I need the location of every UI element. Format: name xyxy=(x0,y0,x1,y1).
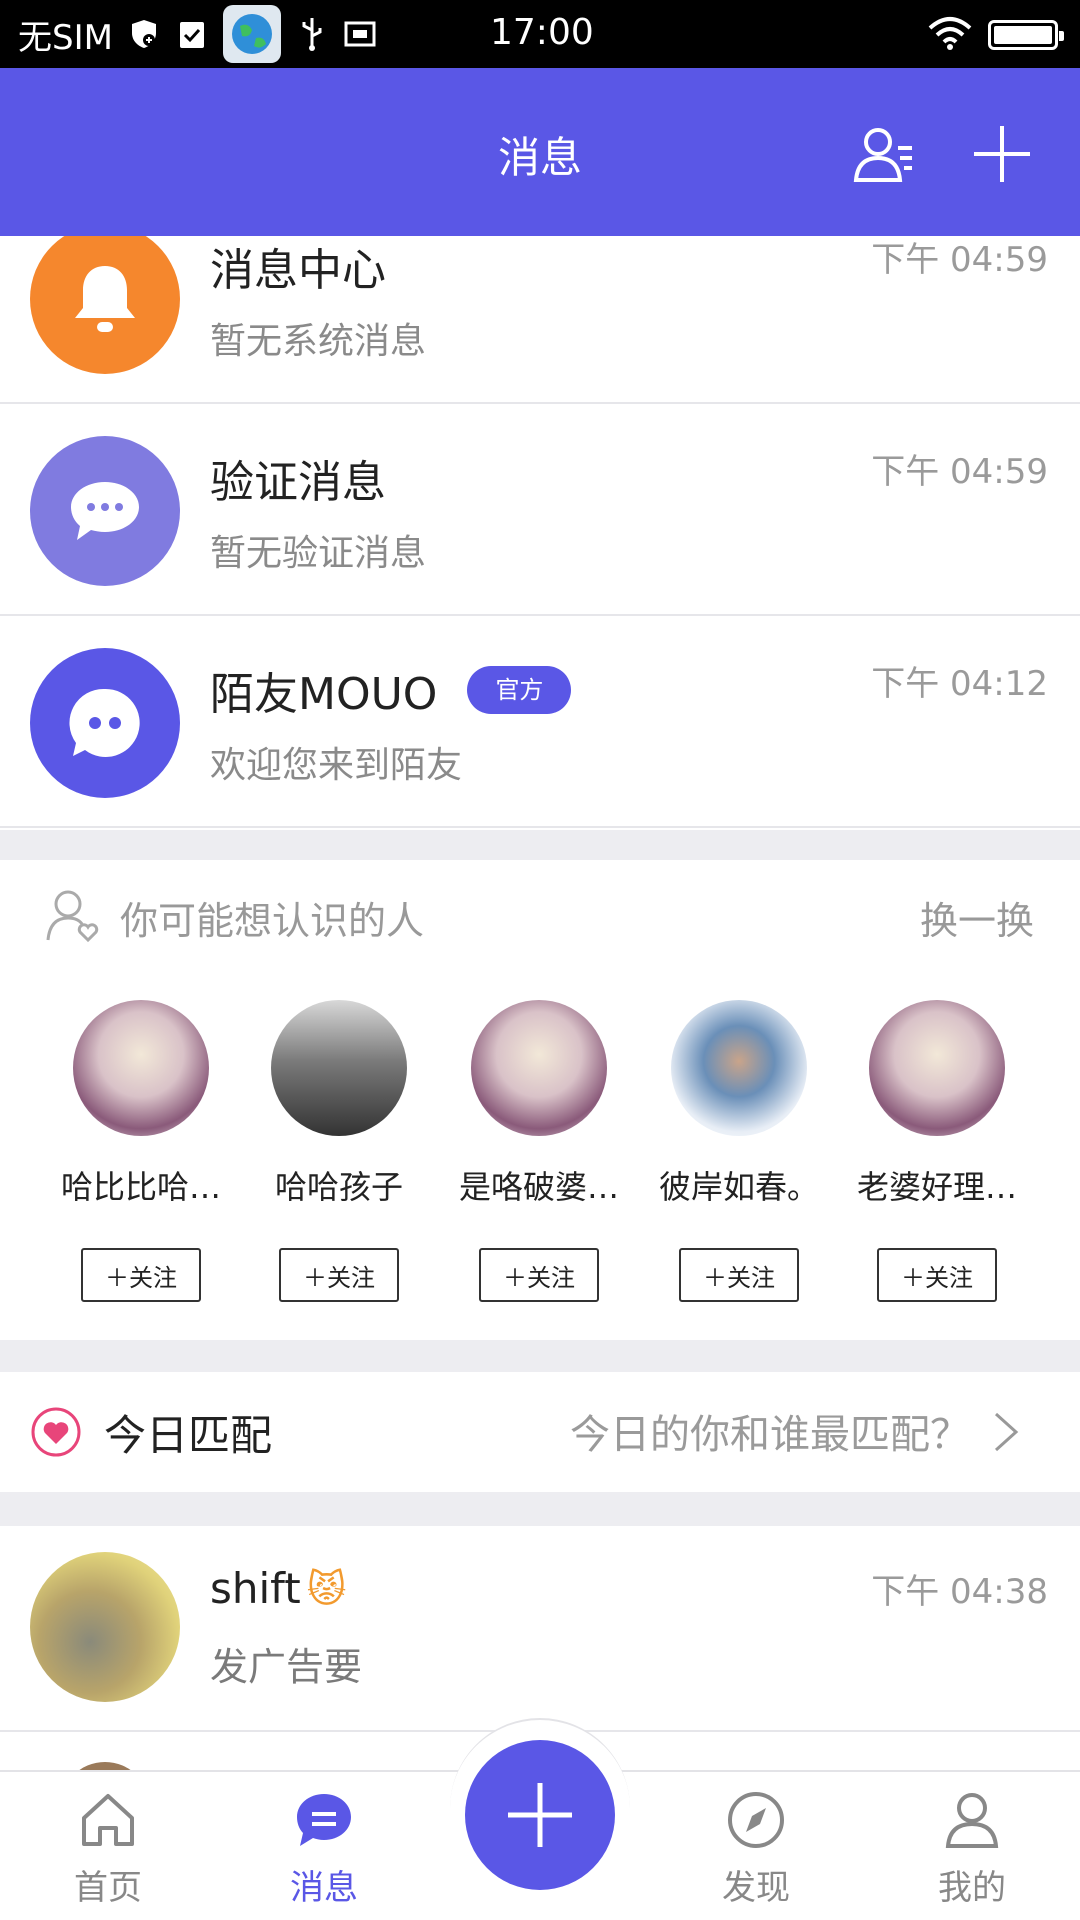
clock: 17:00 xyxy=(490,12,594,53)
carrier-label: 无SIM xyxy=(18,17,113,58)
match-title: 今日匹配 xyxy=(104,1411,273,1460)
chat-preview: 发广告要 xyxy=(210,1645,363,1689)
item-subtitle: 欢迎您来到陌友 xyxy=(210,745,463,786)
add-button[interactable] xyxy=(966,118,1038,190)
list-item-verification[interactable]: 验证消息 暂无验证消息 下午 04:59 xyxy=(0,406,1080,616)
chat-time: 下午 04:38 xyxy=(871,1572,1048,1612)
nav-label: 我的 xyxy=(938,1868,1006,1908)
follow-button[interactable]: ＋关注 xyxy=(279,1248,399,1302)
clipboard-check-icon xyxy=(175,17,209,51)
usb-icon xyxy=(295,17,329,51)
avatar[interactable] xyxy=(869,1000,1005,1136)
follow-button[interactable]: ＋关注 xyxy=(679,1248,799,1302)
avatar xyxy=(30,1552,180,1702)
app-header: 消息 xyxy=(0,68,1080,236)
compose-fab-button[interactable] xyxy=(465,1740,615,1890)
item-title: 验证消息 xyxy=(210,457,386,508)
section-divider xyxy=(0,830,1080,860)
refresh-button[interactable]: 换一换 xyxy=(920,890,1034,945)
item-title: 陌友MOUO xyxy=(210,669,438,720)
item-subtitle: 暂无系统消息 xyxy=(210,321,427,362)
nav-home[interactable]: 首页 xyxy=(28,1780,188,1909)
home-icon xyxy=(76,1788,140,1852)
person-name: 哈比比哈… xyxy=(60,1168,221,1206)
heart-icon xyxy=(30,1406,82,1458)
avatar[interactable] xyxy=(271,1000,407,1136)
nav-messages[interactable]: 消息 xyxy=(244,1780,404,1909)
person-card[interactable]: 哈比比哈… ＋关注 xyxy=(42,1000,240,1302)
chat-list-item[interactable]: shift 😾 发广告要 下午 04:38 xyxy=(0,1526,1080,1732)
plus-icon xyxy=(508,1783,572,1847)
chat-bubble-icon xyxy=(30,436,180,586)
avatar xyxy=(60,1762,150,1770)
chat-name: shift xyxy=(210,1564,301,1613)
mouo-logo-icon xyxy=(30,648,180,798)
battery-icon xyxy=(988,20,1064,50)
item-time: 下午 04:59 xyxy=(871,240,1048,280)
screenshot-icon xyxy=(343,17,377,51)
avatar[interactable] xyxy=(471,1000,607,1136)
profile-icon xyxy=(940,1788,1004,1852)
nav-discover[interactable]: 发现 xyxy=(676,1780,836,1909)
nav-label: 发现 xyxy=(722,1868,790,1908)
bell-icon xyxy=(30,236,180,374)
browser-app-icon xyxy=(222,5,281,63)
contacts-button[interactable] xyxy=(848,118,920,190)
match-subtitle: 今日的你和谁最匹配？ xyxy=(570,1412,970,1458)
nav-profile[interactable]: 我的 xyxy=(892,1780,1052,1909)
status-bar: 无SIM 17:00 xyxy=(0,0,1080,68)
people-suggestions: 你可能想认识的人 换一换 哈比比哈… ＋关注 哈哈孩子 ＋关注 是咯破婆… ＋关… xyxy=(0,860,1080,1340)
nav-label: 消息 xyxy=(290,1868,358,1908)
follow-button[interactable]: ＋关注 xyxy=(479,1248,599,1302)
avatar[interactable] xyxy=(73,1000,209,1136)
item-time: 下午 04:12 xyxy=(871,664,1048,704)
person-heart-icon xyxy=(44,886,102,944)
follow-button[interactable]: ＋关注 xyxy=(81,1248,201,1302)
person-card[interactable]: 彼岸如春。 ＋关注 xyxy=(640,1000,838,1302)
message-icon xyxy=(292,1788,356,1852)
person-card[interactable]: 老婆好理… ＋关注 xyxy=(838,1000,1036,1302)
list-item-message-center[interactable]: 消息中心 暂无系统消息 下午 04:59 xyxy=(0,236,1080,404)
section-divider xyxy=(0,1340,1080,1372)
today-match-row[interactable]: 今日匹配 今日的你和谁最匹配？ xyxy=(0,1372,1080,1492)
person-card[interactable]: 是咯破婆… ＋关注 xyxy=(440,1000,638,1302)
wifi-icon xyxy=(928,16,972,54)
section-divider xyxy=(0,1492,1080,1526)
nav-label: 首页 xyxy=(74,1868,142,1908)
follow-button[interactable]: ＋关注 xyxy=(877,1248,997,1302)
plus-icon xyxy=(974,126,1030,182)
angry-cat-emoji: 😾 xyxy=(306,1566,347,1611)
person-name: 是咯破婆… xyxy=(458,1168,619,1206)
official-badge: 官方 xyxy=(467,666,572,714)
contacts-icon xyxy=(853,128,912,182)
person-name: 彼岸如春。 xyxy=(658,1168,819,1206)
person-card[interactable]: 哈哈孩子 ＋关注 xyxy=(240,1000,438,1302)
avatar[interactable] xyxy=(671,1000,807,1136)
list-item-official[interactable]: 陌友MOUO 官方 欢迎您来到陌友 下午 04:12 xyxy=(0,618,1080,828)
item-time: 下午 04:59 xyxy=(871,452,1048,492)
message-list[interactable]: 消息中心 暂无系统消息 下午 04:59 验证消息 暂无验证消息 下午 04:5… xyxy=(0,236,1080,1770)
item-subtitle: 暂无验证消息 xyxy=(210,533,427,574)
person-name: 老婆好理… xyxy=(856,1168,1017,1206)
person-name: 哈哈孩子 xyxy=(274,1168,403,1206)
shield-icon xyxy=(127,17,161,51)
suggest-title: 你可能想认识的人 xyxy=(120,899,425,943)
compass-icon xyxy=(724,1788,788,1852)
item-title: 消息中心 xyxy=(210,245,386,296)
chevron-right-icon xyxy=(986,1410,1026,1454)
